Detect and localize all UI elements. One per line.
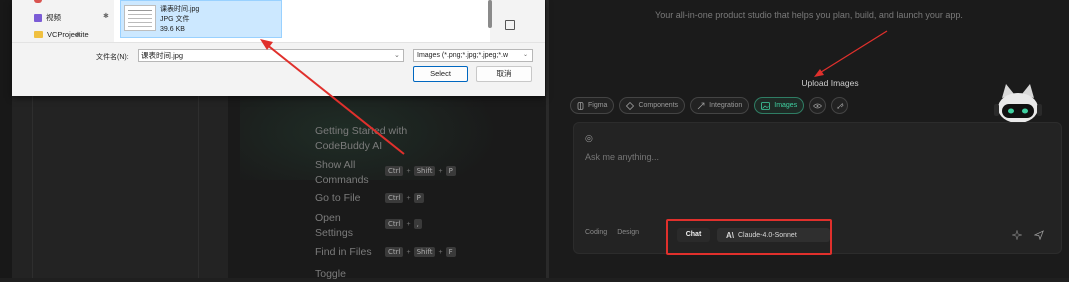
shortcut-label-line: Commands: [315, 174, 369, 186]
chevron-down-icon: ⌄: [523, 52, 529, 58]
folder-icon: [34, 31, 43, 38]
integration-chip-label: Integration: [709, 102, 743, 109]
getting-started-line-1: Getting Started with: [315, 125, 408, 137]
preview-toggle[interactable]: [809, 97, 827, 114]
filename-label: 文件名(N):: [96, 54, 129, 61]
key-cap: Ctrl: [385, 193, 404, 203]
key-cap: P: [413, 193, 424, 203]
shortcut-label-line: Show All: [315, 159, 356, 171]
music-folder-icon: [34, 0, 42, 3]
key-cap: ,: [413, 219, 422, 229]
tab-design[interactable]: Design: [617, 229, 639, 236]
key-cap: Shift: [413, 247, 436, 257]
key-cap: P: [445, 166, 456, 176]
image-icon: [761, 101, 771, 110]
shortcut-label-go-to-file[interactable]: Go to File: [315, 191, 361, 206]
figma-chip-label: Figma: [588, 102, 608, 109]
rocket-button[interactable]: [831, 97, 849, 114]
nav-item-video[interactable]: 视频: [34, 12, 61, 23]
video-folder-icon: [34, 13, 42, 22]
getting-started-line-2: CodeBuddy AI: [315, 140, 383, 152]
preview-pane-icon[interactable]: [505, 20, 515, 30]
components-chip-label: Components: [638, 102, 679, 109]
pin-icon: ✱: [103, 13, 109, 20]
file-name: 课表时间.jpg: [160, 6, 200, 13]
select-button[interactable]: Select: [413, 66, 468, 82]
shortcut-label-line: Find in Files: [315, 246, 372, 258]
file-type: JPG 文件: [160, 16, 190, 23]
file-size: 39.6 KB: [160, 26, 185, 33]
filename-input[interactable]: [138, 49, 404, 62]
integration-icon: [697, 102, 705, 109]
robot-mascot-icon: [994, 84, 1042, 123]
key-cap: Ctrl: [385, 219, 404, 229]
send-icon: [1034, 230, 1044, 240]
chevron-down-icon[interactable]: ⌄: [394, 51, 400, 59]
shortcut-label-settings[interactable]: Open Settings: [315, 211, 353, 241]
tagline: Your all-in-one product studio that help…: [655, 10, 963, 20]
shortcut-keys-go-to-file: Ctrl + P: [385, 193, 424, 203]
shortcut-keys-find: Ctrl + Shift + F: [385, 247, 456, 257]
components-chip[interactable]: Components: [619, 97, 686, 114]
cancel-button[interactable]: 取消: [476, 66, 532, 82]
dialog-nav-pane: 视频 ✱ VCProjectite ✱: [12, 0, 109, 42]
activity-bar: [0, 0, 12, 278]
components-icon: [626, 101, 635, 110]
shortcut-label-find[interactable]: Find in Files: [315, 245, 372, 260]
filetype-select[interactable]: Images (*.png;*.jpg;*.jpeg;*.w: [413, 49, 533, 62]
pin-icon: ✱: [75, 32, 81, 39]
getting-started-link[interactable]: Getting Started with CodeBuddy AI: [315, 124, 407, 154]
mention-icon[interactable]: ◎: [585, 133, 593, 144]
shortcut-label-commands[interactable]: Show All Commands: [315, 158, 369, 188]
shortcut-label-line: Toggle: [315, 268, 346, 280]
key-cap: Ctrl: [385, 247, 404, 257]
upload-images-tooltip: Upload Images: [801, 78, 859, 88]
key-cap: Shift: [413, 166, 436, 176]
shortcut-label-toggle[interactable]: Toggle: [315, 267, 346, 282]
send-button[interactable]: [1030, 226, 1048, 244]
figma-chip[interactable]: Figma: [570, 97, 615, 114]
images-chip[interactable]: Images: [754, 97, 805, 114]
tab-coding[interactable]: Coding: [585, 229, 607, 236]
shortcut-label-line: Settings: [315, 227, 353, 239]
eye-icon: [813, 103, 823, 108]
enhance-prompt-button[interactable]: [1010, 228, 1024, 242]
file-thumbnail: [124, 5, 156, 31]
dialog-divider: [12, 42, 545, 43]
integration-chip[interactable]: Integration: [690, 97, 750, 114]
shortcut-label-line: Go to File: [315, 192, 361, 204]
sparkle-icon: [1012, 230, 1022, 240]
images-chip-label: Images: [774, 102, 798, 109]
shortcut-keys-commands: Ctrl + Shift + P: [385, 166, 456, 176]
rocket-icon: [836, 102, 844, 109]
annotation-highlight-box: [666, 219, 832, 255]
chat-input[interactable]: [585, 152, 885, 162]
tool-chip-row: Figma Components Integration Images: [570, 97, 849, 114]
shortcut-label-line: Open: [315, 212, 341, 224]
shortcut-keys-settings: Ctrl + ,: [385, 219, 422, 229]
nav-item-label: 视频: [46, 13, 61, 22]
key-cap: F: [445, 247, 456, 257]
mode-tabs: Coding Design: [585, 229, 639, 236]
nav-item-partial[interactable]: [34, 0, 42, 3]
key-cap: Ctrl: [385, 166, 404, 176]
figma-icon: [577, 101, 584, 110]
nav-item-label: VCProjectite: [47, 30, 89, 39]
file-list-scrollbar[interactable]: [488, 0, 492, 28]
